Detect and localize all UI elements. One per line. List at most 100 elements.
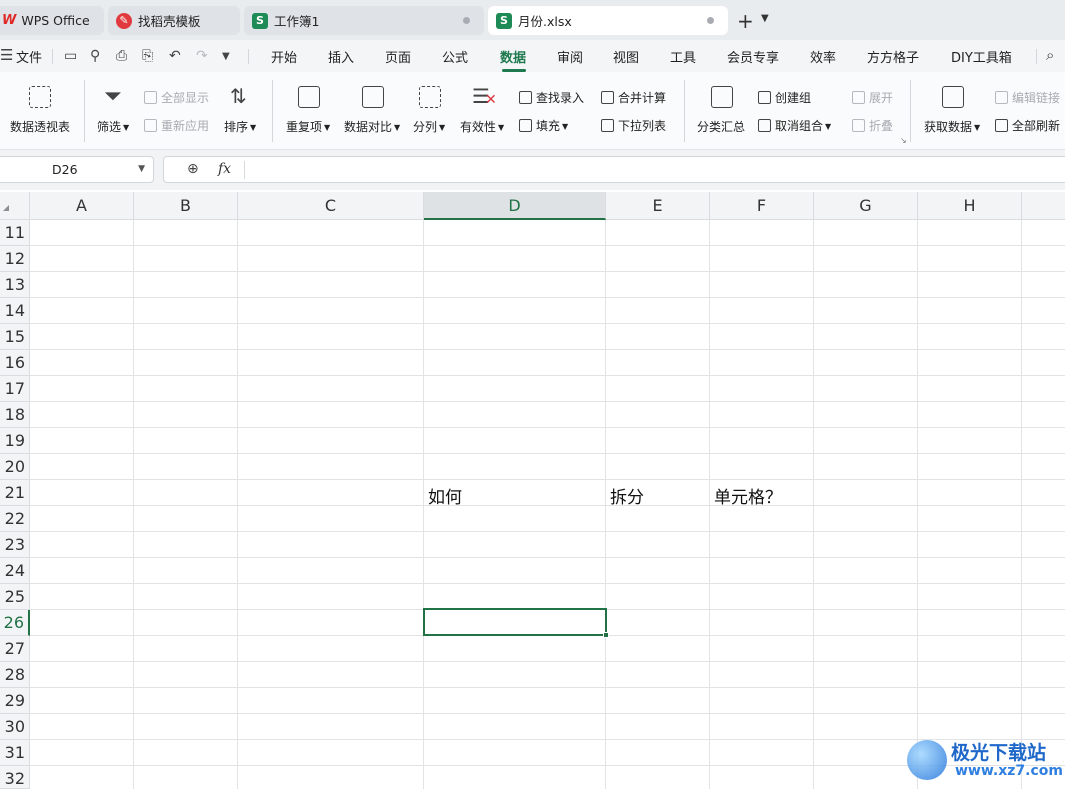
column-header-a[interactable]: A — [30, 192, 134, 220]
row-header[interactable]: 20 — [0, 454, 30, 480]
menu-insert[interactable]: 插入 — [328, 47, 354, 66]
column-header-h[interactable]: H — [918, 192, 1022, 220]
refresh-all-button[interactable]: 全部刷新 — [995, 117, 1060, 134]
validity-label: 有效性 ▼ — [460, 120, 505, 134]
key-icon[interactable]: ⚲ — [90, 48, 100, 64]
create-group-icon — [758, 91, 771, 104]
cell-e21[interactable]: 拆分 — [610, 483, 644, 508]
search-icon[interactable]: ⌕ — [1046, 46, 1054, 64]
cell-f21[interactable]: 单元格？ — [714, 483, 782, 508]
chevron-down-icon[interactable]: ▼ — [761, 13, 769, 24]
tab-workbook1[interactable]: S 工作簿1 — [244, 6, 484, 35]
column-header-b[interactable]: B — [134, 192, 238, 220]
data-compare-icon — [362, 86, 384, 108]
menu-fangfang[interactable]: 方方格子 — [867, 47, 919, 66]
column-header-d[interactable]: D — [424, 192, 606, 220]
show-all-button[interactable]: 全部显示 — [144, 89, 209, 106]
tab-template[interactable]: ✎ 找稻壳模板 — [108, 6, 240, 35]
sort-icon: ⇅ — [230, 84, 247, 108]
new-tab-plus-icon[interactable]: + — [737, 9, 754, 33]
fill-handle[interactable] — [603, 632, 609, 638]
chevron-down-icon[interactable]: ▼ — [222, 51, 230, 62]
row-header[interactable]: 17 — [0, 376, 30, 402]
row-header[interactable]: 11 — [0, 220, 30, 246]
column-header-f[interactable]: F — [710, 192, 814, 220]
cell-grid[interactable] — [30, 220, 1065, 789]
row-header[interactable]: 25 — [0, 584, 30, 610]
ungroup-button[interactable]: 取消组合 ▼ — [758, 117, 831, 134]
create-group-button[interactable]: 创建组 — [758, 89, 811, 106]
dropdown-list-button[interactable]: 下拉列表 — [601, 117, 666, 134]
row-header[interactable]: 27 — [0, 636, 30, 662]
chevron-down-icon[interactable]: ▼ — [138, 164, 145, 174]
row-header[interactable]: 15 — [0, 324, 30, 350]
column-header-c[interactable]: C — [238, 192, 424, 220]
row-header[interactable]: 19 — [0, 428, 30, 454]
row-header[interactable]: 23 — [0, 532, 30, 558]
hamburger-icon[interactable]: ☰ — [0, 46, 13, 64]
gridline — [30, 297, 1065, 298]
menu-file[interactable]: 文件 — [16, 47, 42, 66]
row-header[interactable]: 21 — [0, 480, 30, 506]
menu-formula[interactable]: 公式 — [442, 47, 468, 66]
column-header-g[interactable]: G — [814, 192, 918, 220]
row-header[interactable]: 24 — [0, 558, 30, 584]
name-box[interactable]: D26 ▼ — [0, 156, 154, 183]
row-header-selected[interactable]: 26 — [0, 610, 30, 636]
menu-efficiency[interactable]: 效率 — [810, 47, 836, 66]
edit-links-button[interactable]: 编辑链接 — [995, 89, 1060, 106]
merge-calc-button[interactable]: 合并计算 — [601, 89, 666, 106]
menu-review[interactable]: 审阅 — [557, 47, 583, 66]
redo-icon[interactable]: ↷ — [196, 48, 208, 64]
menu-home[interactable]: 开始 — [271, 47, 297, 66]
unsaved-dot-icon[interactable] — [707, 17, 714, 24]
tab-label: 月份.xlsx — [518, 14, 572, 29]
row-header[interactable]: 22 — [0, 506, 30, 532]
unsaved-dot-icon[interactable] — [463, 17, 470, 24]
undo-icon[interactable]: ↶ — [169, 48, 181, 64]
column-header-e[interactable]: E — [606, 192, 710, 220]
fx-icon[interactable]: fx — [218, 161, 231, 177]
expand-button[interactable]: 展开 — [852, 89, 893, 106]
row-header[interactable]: 28 — [0, 662, 30, 688]
divider — [684, 80, 685, 142]
column-header-next[interactable] — [1022, 192, 1065, 220]
row-header[interactable]: 13 — [0, 272, 30, 298]
reapply-button[interactable]: 重新应用 — [144, 117, 209, 134]
row-header[interactable]: 12 — [0, 246, 30, 272]
row-header[interactable]: 18 — [0, 402, 30, 428]
funnel-icon: ⏷ — [104, 84, 122, 109]
menu-page[interactable]: 页面 — [385, 47, 411, 66]
menu-data[interactable]: 数据 — [500, 47, 526, 66]
tab-wps-office[interactable]: W WPS Office — [0, 6, 104, 35]
row-header[interactable]: 16 — [0, 350, 30, 376]
cell-d21[interactable]: 如何 — [428, 483, 462, 508]
print-preview-icon[interactable]: ⎘ — [142, 48, 153, 64]
funnel-refresh-icon — [144, 119, 157, 132]
find-enter-button[interactable]: 查找录入 — [519, 89, 584, 106]
zoom-icon[interactable]: ⊕ — [187, 161, 199, 177]
print-icon[interactable]: ⎙ — [116, 48, 127, 64]
menu-member[interactable]: 会员专享 — [727, 47, 779, 66]
active-cell-d26[interactable] — [423, 608, 609, 638]
fill-button[interactable]: 填充 ▼ — [519, 117, 568, 134]
menu-view[interactable]: 视图 — [613, 47, 639, 66]
collapse-button[interactable]: 折叠 — [852, 117, 893, 134]
watermark-url: www.xz7.com — [955, 763, 1063, 779]
tab-monthly-xlsx[interactable]: S 月份.xlsx — [488, 6, 728, 35]
select-all-corner[interactable] — [0, 192, 30, 220]
row-header[interactable]: 30 — [0, 714, 30, 740]
row-header[interactable]: 31 — [0, 740, 30, 766]
dropdown-list-icon — [601, 119, 614, 132]
menu-diy-toolbox[interactable]: DIY工具箱 — [951, 47, 1012, 66]
row-header[interactable]: 29 — [0, 688, 30, 714]
menu-tools[interactable]: 工具 — [670, 47, 696, 66]
funnel-clear-icon — [144, 91, 157, 104]
row-header[interactable]: 14 — [0, 298, 30, 324]
save-icon[interactable]: ▭ — [64, 48, 77, 64]
formula-input[interactable]: ⊕ fx — [163, 156, 1065, 183]
title-tab-bar: W WPS Office ✎ 找稻壳模板 S 工作簿1 S 月份.xlsx + … — [0, 0, 1065, 40]
row-header[interactable]: 32 — [0, 766, 30, 789]
divider — [1036, 49, 1037, 64]
dialog-launcher-icon[interactable]: ↘ — [900, 136, 907, 145]
